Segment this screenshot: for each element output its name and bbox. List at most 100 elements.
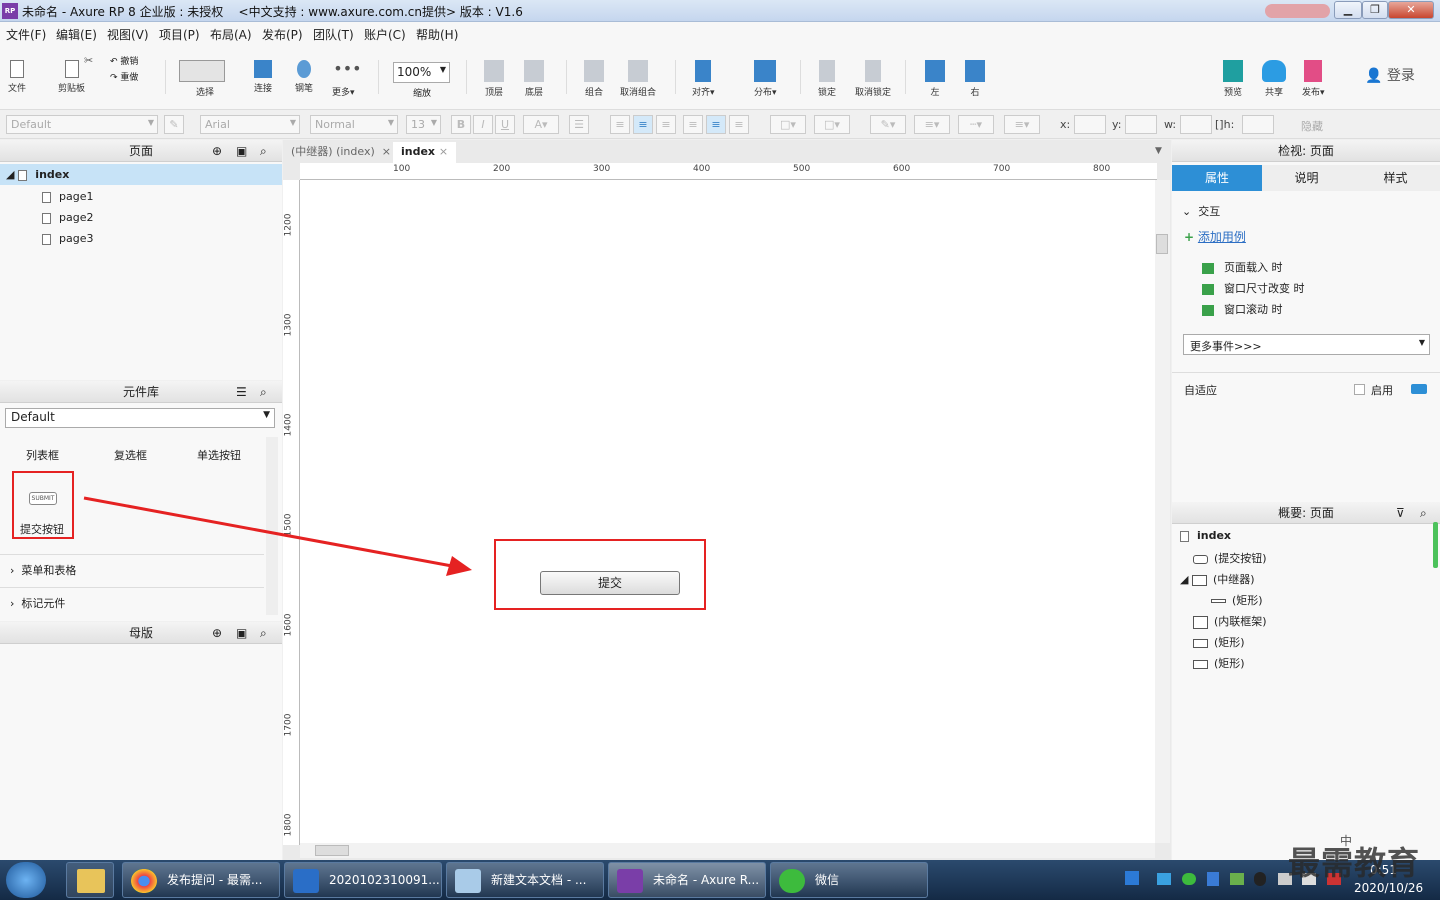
more-button[interactable]: ••• 更多▾ — [332, 60, 362, 99]
menu-project[interactable]: 项目(P) — [159, 26, 200, 43]
menu-icon[interactable]: ☰ — [236, 381, 247, 403]
add-folder-icon[interactable]: ▣ — [236, 140, 247, 162]
page-item[interactable]: page3 — [42, 232, 93, 245]
outline-item-inline-frame[interactable]: (内联框架) — [1193, 613, 1267, 629]
add-master-icon[interactable]: ⊕ — [212, 622, 222, 644]
menu-edit[interactable]: 编辑(E) — [56, 26, 97, 43]
left-align-button[interactable]: 左 — [925, 60, 945, 98]
close-window-button[interactable]: ✕ — [1388, 1, 1434, 19]
menu-publish[interactable]: 发布(P) — [262, 26, 303, 43]
undo-button[interactable]: ↶ 撤销 — [110, 54, 138, 67]
tray-nvidia-icon[interactable] — [1230, 873, 1244, 885]
distribute-button[interactable]: 分布▾ — [754, 60, 777, 98]
underline-button[interactable]: U — [495, 115, 515, 134]
event-window-resize[interactable]: 窗口尺寸改变 时 — [1202, 280, 1305, 296]
tray-input-icon[interactable] — [1125, 871, 1139, 885]
valign-top-icon[interactable]: ≡ — [683, 115, 703, 134]
menu-account[interactable]: 账户(C) — [364, 26, 406, 43]
adaptive-settings-icon[interactable] — [1411, 384, 1427, 394]
section-markup-widgets[interactable]: › 标记元件 — [10, 595, 65, 611]
fill-color-button[interactable]: □▾ — [770, 115, 806, 134]
tab-index[interactable]: index × — [393, 142, 457, 163]
shadow-button[interactable]: □▾ — [814, 115, 850, 134]
align-right-icon[interactable]: ≡ — [656, 115, 676, 134]
tray-qq-icon[interactable] — [1254, 872, 1266, 886]
menu-file[interactable]: 文件(F) — [6, 26, 46, 43]
file-button[interactable]: 文件 — [8, 60, 26, 94]
tray-app-icon[interactable] — [1157, 873, 1171, 885]
tab-repeater[interactable]: (中继器) (index) × — [283, 142, 399, 163]
line-color-button[interactable]: ✎▾ — [870, 115, 906, 134]
menu-view[interactable]: 视图(V) — [107, 26, 149, 43]
taskbar-chrome[interactable]: 发布提问 - 最需... — [122, 862, 280, 898]
outline-item-submit[interactable]: (提交按钮) — [1193, 550, 1267, 566]
line-style-button[interactable]: ┄▾ — [958, 115, 994, 134]
unlock-button[interactable]: 取消锁定 — [855, 60, 891, 98]
style-edit-icon[interactable]: ✎ — [164, 115, 184, 134]
interaction-section[interactable]: ⌄ 交互 — [1182, 203, 1220, 219]
valign-middle-icon[interactable]: ≡ — [706, 115, 726, 134]
tab-notes[interactable]: 说明 — [1262, 165, 1351, 191]
widget-listbox[interactable]: 列表框 — [26, 447, 59, 463]
style-select[interactable]: Default ▼ — [6, 115, 158, 134]
y-input[interactable] — [1125, 115, 1157, 134]
group-button[interactable]: 组合 — [584, 60, 604, 98]
lock-button[interactable]: 锁定 — [818, 60, 836, 98]
tray-wechat-icon[interactable] — [1182, 873, 1196, 885]
tab-menu-icon[interactable]: ▼ — [1155, 146, 1162, 156]
arrow-style-button[interactable]: ≡▾ — [1004, 115, 1040, 134]
align-left-icon[interactable]: ≡ — [610, 115, 630, 134]
event-window-scroll[interactable]: 窗口滚动 时 — [1202, 301, 1283, 317]
zoom-select[interactable]: 100% ▼ — [393, 62, 450, 83]
add-case-link[interactable]: + 添加用例 — [1184, 228, 1246, 245]
pen-button[interactable]: 钢笔 — [295, 60, 313, 94]
more-events-select[interactable]: 更多事件>>> ▼ — [1183, 334, 1430, 355]
library-select[interactable]: Default ▼ — [5, 408, 275, 428]
font-weight-select[interactable]: Normal ▼ — [310, 115, 398, 134]
page-item[interactable]: page1 — [42, 190, 93, 203]
maximize-button[interactable]: ❐ — [1362, 1, 1388, 19]
publish-button[interactable]: 发布▾ — [1302, 60, 1325, 98]
widget-checkbox[interactable]: 复选框 — [114, 447, 147, 463]
taskbar-explorer[interactable] — [66, 862, 114, 898]
canvas-horizontal-scrollbar[interactable] — [300, 843, 1155, 858]
italic-button[interactable]: I — [473, 115, 493, 134]
section-menus-tables[interactable]: › 菜单和表格 — [10, 562, 76, 578]
login-button[interactable]: 👤 登录 — [1365, 65, 1415, 85]
taskbar-axure[interactable]: 未命名 - Axure R... — [608, 862, 766, 898]
tab-style[interactable]: 样式 — [1351, 165, 1440, 191]
menu-layout[interactable]: 布局(A) — [210, 26, 252, 43]
share-button[interactable]: 共享 — [1262, 60, 1286, 98]
search-icon[interactable]: ⌕ — [260, 381, 267, 403]
outline-root[interactable]: index — [1180, 529, 1231, 542]
page-item[interactable]: page2 — [42, 211, 93, 224]
taskbar-wechat[interactable]: 微信 — [770, 862, 928, 898]
tray-shield-icon[interactable] — [1207, 872, 1219, 886]
redo-button[interactable]: ↷ 重做 — [110, 70, 138, 83]
add-page-icon[interactable]: ⊕ — [212, 140, 222, 162]
valign-bottom-icon[interactable]: ≡ — [729, 115, 749, 134]
x-input[interactable] — [1074, 115, 1106, 134]
search-icon[interactable]: ⌕ — [260, 622, 267, 644]
filter-icon[interactable]: ⊽ — [1396, 502, 1405, 524]
connect-button[interactable]: 连接 — [254, 60, 272, 94]
line-width-button[interactable]: ≡▾ — [914, 115, 950, 134]
bullet-list-icon[interactable]: ☰ — [569, 115, 589, 134]
widget-radio[interactable]: 单选按钮 — [197, 447, 241, 463]
outline-item-rect[interactable]: (矩形) — [1211, 592, 1263, 608]
h-input[interactable] — [1242, 115, 1274, 134]
font-select[interactable]: Arial ▼ — [200, 115, 300, 134]
search-icon[interactable]: ⌕ — [260, 140, 267, 162]
align-center-icon[interactable]: ≡ — [633, 115, 653, 134]
search-icon[interactable]: ⌕ — [1420, 502, 1427, 524]
minimize-button[interactable]: ▁ — [1334, 1, 1362, 19]
right-align-button[interactable]: 右 — [965, 60, 985, 98]
w-input[interactable] — [1180, 115, 1212, 134]
font-color-button[interactable]: A▾ — [523, 115, 559, 134]
outline-scrollbar[interactable] — [1433, 522, 1438, 568]
outline-item-repeater[interactable]: ◢ (中继器) — [1180, 571, 1255, 587]
adaptive-enable-checkbox[interactable] — [1354, 384, 1365, 395]
menu-help[interactable]: 帮助(H) — [416, 26, 458, 43]
add-folder-icon[interactable]: ▣ — [236, 622, 247, 644]
tab-properties[interactable]: 属性 — [1172, 165, 1262, 191]
